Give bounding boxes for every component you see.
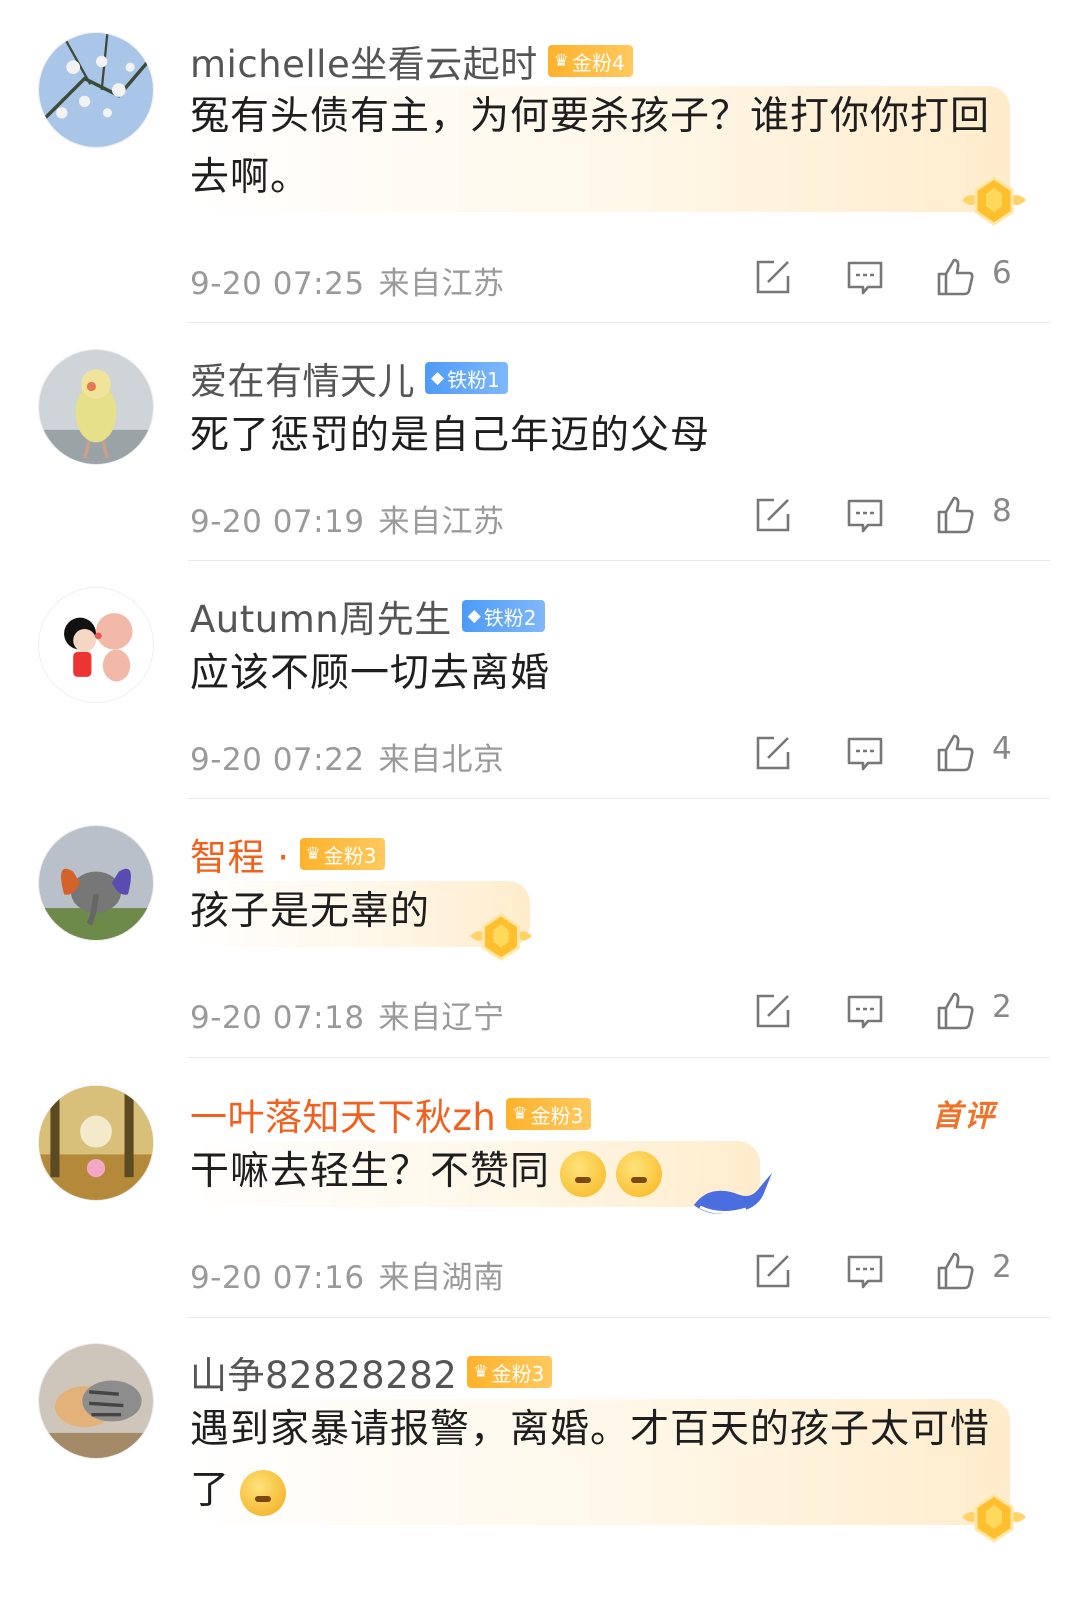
comment-item: 山争82828282 ♛ 金粉3 遇到家暴请报警，离婚。才百天的孩子太可惜了: [0, 1319, 1080, 1613]
sweat-emoji-icon: [616, 1150, 663, 1197]
location: 来自江苏: [378, 266, 505, 302]
avatar-elephant-image: [39, 826, 153, 940]
divider: [188, 1317, 1050, 1318]
crying-emoji-icon: [240, 1469, 287, 1516]
avatar[interactable]: [38, 1085, 154, 1201]
like-count: 2: [992, 989, 1012, 1025]
avatar[interactable]: [38, 587, 154, 703]
username[interactable]: Autumn周先生: [190, 589, 452, 643]
crown-icon: ♛: [512, 1104, 528, 1124]
avatar-cartoon-image: [39, 588, 153, 702]
timestamp: 9-20 07:18: [190, 1000, 365, 1036]
like-count: 6: [992, 255, 1012, 291]
medal-decoration-icon: [470, 912, 532, 961]
timestamp: 9-20 07:25: [190, 266, 365, 302]
location: 来自江苏: [378, 504, 505, 540]
comment-icon[interactable]: [844, 1250, 886, 1292]
divider: [188, 798, 1050, 799]
fan-badge[interactable]: ♛ 金粉3: [506, 1098, 592, 1130]
avatar[interactable]: [38, 1343, 154, 1459]
repost-icon[interactable]: [752, 990, 794, 1032]
fan-badge-label: 金粉4: [571, 50, 625, 75]
like-icon[interactable]: [934, 990, 976, 1032]
username[interactable]: 山争82828282: [190, 1345, 457, 1399]
medal-decoration-icon: [962, 1493, 1026, 1543]
comment-item: 智程 · ♛ 金粉3 孩子是无辜的 9-20 07:18 来自辽宁 2: [0, 801, 1080, 1059]
divider: [188, 322, 1050, 323]
avatar-forest-image: [39, 1086, 153, 1200]
like-icon[interactable]: [934, 256, 976, 298]
comment-text-content: 遇到家暴请报警，离婚。才百天的孩子太可惜了: [190, 1407, 991, 1513]
fan-badge[interactable]: ♛ 金粉4: [547, 45, 633, 77]
comment-icon[interactable]: [844, 494, 886, 536]
first-comment-tag: 首评: [932, 1099, 996, 1134]
timestamp: 9-20 07:22: [190, 742, 365, 778]
sweat-emoji-icon: [560, 1150, 607, 1197]
whale-decoration-icon: [694, 1173, 772, 1214]
avatar[interactable]: [38, 825, 154, 941]
comment-text: 应该不顾一切去离婚: [190, 651, 551, 696]
comment-item: 爱在有情天儿 ◆ 铁粉1 死了惩罚的是自己年迈的父母 9-20 07:19 来自江苏…: [0, 325, 1080, 563]
comment-item: Autumn周先生 ◆ 铁粉2 应该不顾一切去离婚 9-20 07:22 来自北京 …: [0, 563, 1080, 801]
comment-text: 干嘛去轻生？不赞同: [190, 1141, 770, 1202]
avatar-parrot-image: [39, 350, 153, 464]
crown-icon: ♛: [305, 844, 321, 864]
fan-badge[interactable]: ♛ 金粉3: [467, 1356, 553, 1388]
location: 来自湖南: [378, 1260, 505, 1296]
comment-text: 冤有头债有主，为何要杀孩子？谁打你你打回去啊。: [190, 94, 991, 200]
fan-badge[interactable]: ♛ 金粉3: [299, 838, 385, 870]
avatar[interactable]: [38, 32, 154, 148]
comment-item: michelle坐看云起时 ♛ 金粉4 冤有头债有主，为何要杀孩子？谁打你你打回去…: [0, 0, 1080, 325]
comment-icon[interactable]: [844, 990, 886, 1032]
repost-icon[interactable]: [752, 732, 794, 774]
medal-decoration-icon: [962, 176, 1026, 226]
location: 来自辽宁: [378, 1000, 505, 1036]
like-icon[interactable]: [934, 1250, 976, 1292]
comment-icon[interactable]: [844, 256, 886, 298]
like-count: 4: [992, 731, 1012, 767]
repost-icon[interactable]: [752, 256, 794, 298]
comment-icon[interactable]: [844, 732, 886, 774]
timestamp: 9-20 07:19: [190, 504, 365, 540]
like-count: 2: [992, 1249, 1012, 1285]
avatar[interactable]: [38, 349, 154, 465]
fan-badge-label: 金粉3: [530, 1103, 584, 1128]
crown-icon: ♛: [553, 51, 569, 71]
comment-text: 死了惩罚的是自己年迈的父母: [190, 413, 711, 458]
diamond-icon: ◆: [431, 368, 445, 388]
comment-text: 遇到家暴请报警，离婚。才百天的孩子太可惜了: [190, 1399, 990, 1521]
like-icon[interactable]: [934, 494, 976, 536]
timestamp: 9-20 07:16: [190, 1260, 365, 1296]
fan-badge[interactable]: ◆ 铁粉1: [425, 362, 508, 394]
username[interactable]: 爱在有情天儿: [190, 351, 415, 405]
fan-badge[interactable]: ◆ 铁粉2: [461, 600, 545, 632]
fan-badge-label: 铁粉2: [483, 605, 537, 630]
comment-text-content: 干嘛去轻生？不赞同: [190, 1149, 551, 1194]
username[interactable]: 一叶落知天下秋zh: [190, 1087, 496, 1141]
repost-icon[interactable]: [752, 1250, 794, 1292]
repost-icon[interactable]: [752, 494, 794, 536]
divider: [188, 560, 1050, 561]
like-icon[interactable]: [934, 732, 976, 774]
comment-item: 一叶落知天下秋zh ♛ 金粉3 首评 干嘛去轻生？不赞同 9-20 07:16 来自…: [0, 1059, 1080, 1319]
diamond-icon: ◆: [467, 606, 481, 626]
crown-icon: ♛: [473, 1362, 489, 1382]
like-count: 8: [992, 493, 1012, 529]
avatar-blossom-image: [39, 33, 153, 147]
username[interactable]: michelle坐看云起时: [190, 34, 538, 88]
fan-badge-label: 金粉3: [491, 1361, 545, 1386]
username[interactable]: 智程 ·: [190, 827, 290, 881]
fan-badge-label: 铁粉1: [447, 367, 500, 392]
location: 来自北京: [378, 742, 505, 778]
divider: [188, 1057, 1050, 1058]
avatar-cats-image: [39, 1344, 153, 1458]
fan-badge-label: 金粉3: [323, 843, 377, 868]
